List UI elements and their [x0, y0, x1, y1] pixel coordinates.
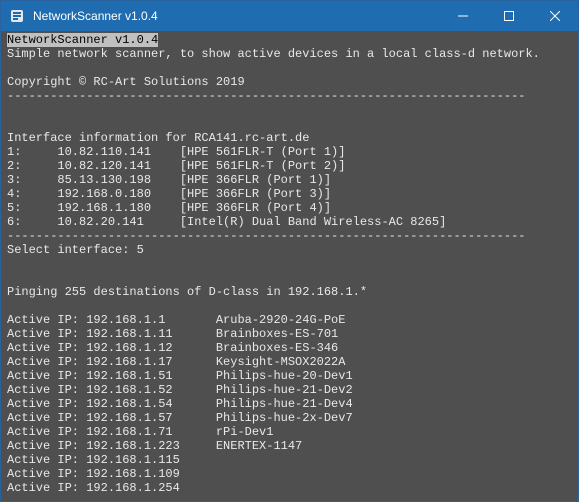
active-ip-row: Active IP: 192.168.1.223 ENERTEX-1147 — [7, 439, 302, 453]
interface-row: 1: 10.82.110.141 [HPE 561FLR-T (Port 1)] — [7, 145, 345, 159]
interface-row: 3: 85.13.130.198 [HPE 366FLR (Port 1)] — [7, 173, 331, 187]
close-button[interactable] — [532, 1, 578, 31]
selected-interface: 5 — [137, 243, 144, 257]
titlebar[interactable]: NetworkScanner v1.0.4 — [1, 1, 578, 31]
interface-row: 2: 10.82.120.141 [HPE 561FLR-T (Port 2)] — [7, 159, 345, 173]
active-ip-row: Active IP: 192.168.1.51 Philips-hue-20-D… — [7, 369, 353, 383]
active-ip-row: Active IP: 192.168.1.52 Philips-hue-21-D… — [7, 383, 353, 397]
active-ip-row: Active IP: 192.168.1.54 Philips-hue-21-D… — [7, 397, 353, 411]
active-ip-row: Active IP: 192.168.1.1 Aruba-2920-24G-Po… — [7, 313, 345, 327]
window-title: NetworkScanner v1.0.4 — [33, 9, 440, 23]
console-output[interactable]: NetworkScanner v1.0.4 Simple network sca… — [1, 31, 578, 501]
separator: ----------------------------------------… — [7, 89, 525, 103]
active-ip-row: Active IP: 192.168.1.115 — [7, 453, 180, 467]
active-ip-row: Active IP: 192.168.1.109 — [7, 467, 180, 481]
active-ip-row: Active IP: 192.168.1.57 Philips-hue-2x-D… — [7, 411, 353, 425]
active-ip-row: Active IP: 192.168.1.17 Keysight-MSOX202… — [7, 355, 345, 369]
separator: ----------------------------------------… — [7, 229, 525, 243]
select-prompt: Select interface: — [7, 243, 137, 257]
pinging-line: Pinging 255 destinations of D-class in 1… — [7, 285, 367, 299]
minimize-button[interactable] — [440, 1, 486, 31]
interface-row: 5: 192.168.1.180 [HPE 366FLR (Port 4)] — [7, 201, 331, 215]
interface-row: 6: 10.82.20.141 [Intel(R) Dual Band Wire… — [7, 215, 446, 229]
interface-header: Interface information for RCA141.rc-art.… — [7, 131, 309, 145]
interface-row: 4: 192.168.0.180 [HPE 366FLR (Port 3)] — [7, 187, 331, 201]
active-ip-row: Active IP: 192.168.1.12 Brainboxes-ES-34… — [7, 341, 338, 355]
active-ip-row: Active IP: 192.168.1.11 Brainboxes-ES-70… — [7, 327, 338, 341]
window-controls — [440, 1, 578, 31]
active-ip-row: Active IP: 192.168.1.71 rPi-Dev1 — [7, 425, 273, 439]
program-header: NetworkScanner v1.0.4 — [7, 33, 158, 47]
app-icon — [9, 8, 25, 24]
app-window: NetworkScanner v1.0.4 NetworkScanner v1.… — [0, 0, 579, 502]
tagline: Simple network scanner, to show active d… — [7, 47, 540, 61]
copyright: Copyright © RC-Art Solutions 2019 — [7, 75, 245, 89]
active-ip-row: Active IP: 192.168.1.254 — [7, 481, 180, 495]
maximize-button[interactable] — [486, 1, 532, 31]
